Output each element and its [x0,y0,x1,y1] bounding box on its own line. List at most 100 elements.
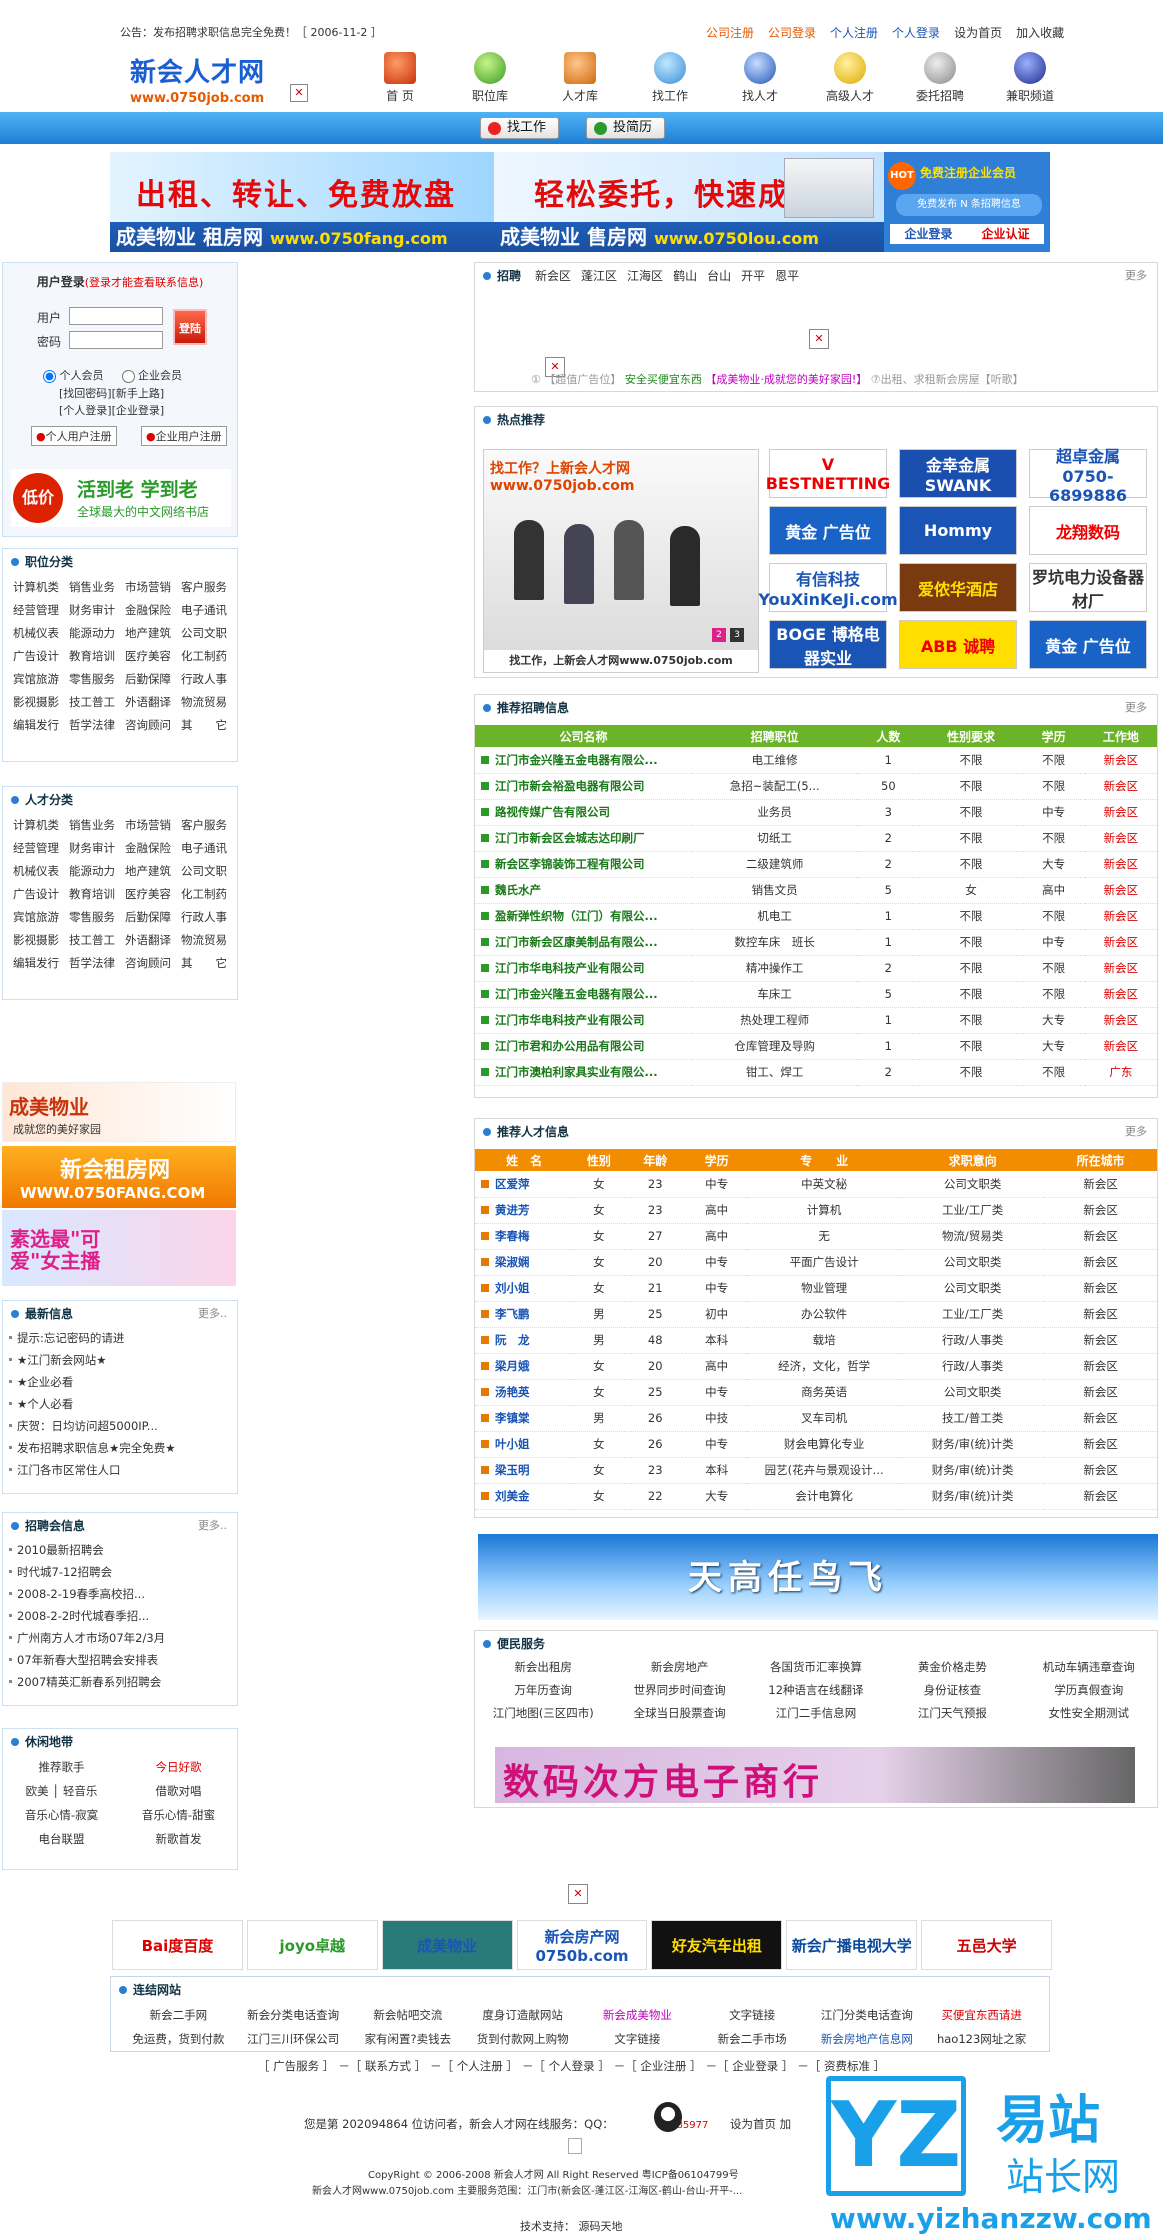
area-link[interactable]: 台山 [707,269,731,283]
company-name[interactable]: 江门市华电科技产业有限公司 [475,955,692,982]
talent-name[interactable]: 刘小姐 [475,1275,574,1302]
service-link[interactable]: 女性安全期测试 [1021,1705,1157,1721]
talent-name[interactable]: 李飞鹏 [475,1301,574,1328]
company-login-link-2[interactable]: [企业登录] [112,404,165,417]
partner-logo[interactable]: 成美物业 [381,1920,513,1970]
talent-category-item[interactable]: 行政人事 [181,909,237,925]
person-member-radio[interactable]: 个人会员 [43,367,104,383]
area-link[interactable]: 开平 [741,269,765,283]
leisure-item[interactable]: 欧美 │ 轻音乐 [3,1783,120,1799]
latest-info-item[interactable]: 提示:忘记密码的请进 [3,1327,237,1349]
job-category-item[interactable]: 广告设计 [13,648,69,664]
leisure-item[interactable]: 今日好歌 [120,1759,237,1775]
table-row[interactable]: 江门市新会区会城志达印刷厂 切纸工 2 不限 不限 新会区 [475,825,1157,852]
job-category-item[interactable]: 哲学法律 [69,717,125,733]
talent-name[interactable]: 叶小姐 [475,1431,574,1458]
stats-icon[interactable] [568,2138,582,2154]
talent-category-item[interactable]: 销售业务 [69,817,125,833]
sponsor-logo[interactable]: 黄金 广告位 [769,506,887,555]
friend-link[interactable]: 家有闲置?卖钱去 [351,2031,466,2047]
job-fair-more-link[interactable]: 更多.. [198,1513,227,1539]
friend-link[interactable]: 货到付款网上购物 [465,2031,580,2047]
table-row[interactable]: 刘小姐女 21 中专 物业管理 公司文职类 新会区 [475,1275,1157,1302]
company-login-button[interactable]: 企业登录 [904,224,952,244]
table-row[interactable]: 梁玉明女 23 本科 园艺(花卉与景观设计... 财务/审(统)计类 新会区 [475,1457,1157,1484]
recommend-jobs-more-link[interactable]: 更多 [1125,695,1147,721]
company-name[interactable]: 江门市新会裕盈电器有限公司 [475,773,692,800]
service-link[interactable]: 黄金价格走势 [884,1659,1020,1675]
talent-category-item[interactable]: 技工普工 [69,932,125,948]
talent-category-item[interactable]: 市场营销 [125,817,181,833]
footer-nav-link[interactable]: －［ 联系方式 ］ [338,2059,426,2073]
table-row[interactable]: 江门市金兴隆五金电器有限公... 电工维修 1 不限 不限 新会区 [475,747,1157,774]
company-name[interactable]: 江门市新会区会城志达印刷厂 [475,825,692,852]
free-register-link[interactable]: 免费注册企业会员 [920,164,1016,181]
job-category-item[interactable]: 财务审计 [69,602,125,618]
talent-category-item[interactable]: 其 它 [181,955,237,971]
talent-category-item[interactable]: 财务审计 [69,840,125,856]
friend-link[interactable]: 新会房地产信息网 [810,2031,925,2047]
nav-talent-library[interactable]: 人才库 [535,52,625,104]
job-category-item[interactable]: 宾馆旅游 [13,671,69,687]
talent-category-item[interactable]: 能源动力 [69,863,125,879]
person-login-link[interactable]: 个人登录 [892,24,940,41]
talent-category-item[interactable]: 外语翻译 [125,932,181,948]
table-row[interactable]: 魏氏水产 销售文员 5 女高中 新会区 [475,877,1157,904]
job-category-item[interactable]: 教育培训 [69,648,125,664]
rent-site-side-ad[interactable]: 新会租房网 WWW.0750FANG.COM [2,1146,236,1208]
footer-nav-link[interactable]: －［ 个人登录 ］ [522,2059,610,2073]
friend-link[interactable]: 免运费，货到付款 [121,2031,236,2047]
job-category-item[interactable]: 编辑发行 [13,717,69,733]
sponsor-logo[interactable]: 爱侬华酒店 [899,563,1017,612]
company-certify-button[interactable]: 企业认证 [981,224,1029,244]
talent-category-item[interactable]: 化工制药 [181,886,237,902]
job-fair-item[interactable]: 07年新春大型招聘会安排表 [3,1649,237,1671]
talent-name[interactable]: 区爱萍 [475,1171,574,1198]
partner-logo[interactable]: Bai度百度 [112,1920,243,1970]
service-link[interactable]: 新会出租房 [475,1659,611,1675]
job-fair-item[interactable]: 2008-2-2时代城春季招... [3,1605,237,1627]
table-row[interactable]: 江门市澳柏利家具实业有限公... 钳工、焊工 2 不限 不限 广东 [475,1059,1157,1086]
job-category-item[interactable]: 能源动力 [69,625,125,641]
company-name[interactable]: 新会区李锦装饰工程有限公司 [475,851,692,878]
username-input[interactable] [69,307,163,325]
leisure-item[interactable]: 音乐心情-寂寞 [3,1807,120,1823]
company-name[interactable]: 江门市澳柏利家具实业有限公... [475,1059,692,1086]
partner-logo[interactable]: 新会房产网 0750b.com [516,1920,648,1970]
set-homepage-link[interactable]: 设为首页 [954,24,1002,41]
nav-senior-talent[interactable]: 高级人才 [805,52,895,104]
talent-name[interactable]: 梁月娥 [475,1353,574,1380]
friend-link[interactable]: 新会分类电话查询 [236,2007,351,2023]
table-row[interactable]: 李飞鹏男 25 初中 办公软件 工业/工厂类 新会区 [475,1301,1157,1328]
password-input[interactable] [69,331,163,349]
sponsor-logo[interactable]: 黄金 广告位 [1029,620,1147,669]
sponsor-logo[interactable]: ABB 诚聘 [899,620,1017,669]
job-fair-item[interactable]: 时代城7-12招聘会 [3,1561,237,1583]
talent-category-item[interactable]: 后勤保障 [125,909,181,925]
service-link[interactable]: 机动车辆违章查询 [1021,1659,1157,1675]
login-submit-button[interactable]: 登陆 [173,309,207,345]
latest-info-item[interactable]: 庆贺：日均访问超5000IP... [3,1415,237,1437]
company-login-link[interactable]: 公司登录 [768,24,816,41]
rent-banner-ad[interactable]: 出租、转让、免费放盘 成美物业 租房网 www.0750fang.com [110,152,494,252]
talent-category-item[interactable]: 医疗美容 [125,886,181,902]
job-category-item[interactable]: 技工普工 [69,694,125,710]
job-category-item[interactable]: 物流贸易 [181,694,237,710]
table-row[interactable]: 江门市金兴隆五金电器有限公... 车床工 5 不限 不限 新会区 [475,981,1157,1008]
sale-banner-ad[interactable]: 轻松委托，快速成交 成美物业 售房网 www.0750lou.com [494,152,884,252]
sponsor-logo[interactable]: 金幸金属 SWANK [899,449,1017,498]
job-fair-item[interactable]: 2007精英汇新春系列招聘会 [3,1671,237,1693]
footer-set-home-link[interactable]: 设为首页 加 [730,2117,791,2131]
latest-more-link[interactable]: 更多.. [198,1301,227,1327]
service-link[interactable]: 江门天气预报 [884,1705,1020,1721]
service-link[interactable]: 各国货币汇率换算 [748,1659,884,1675]
service-link[interactable]: 全球当日股票查询 [611,1705,747,1721]
company-name[interactable]: 魏氏水产 [475,877,692,904]
person-register-link[interactable]: 个人注册 [830,24,878,41]
company-name[interactable]: 江门市新会区康美制品有限公... [475,929,692,956]
service-link[interactable]: 万年历查询 [475,1682,611,1698]
nav-home[interactable]: 首 页 [355,52,445,104]
person-register-button[interactable]: ●个人用户注册 [31,426,117,446]
job-category-item[interactable]: 医疗美容 [125,648,181,664]
service-link[interactable]: 江门二手信息网 [748,1705,884,1721]
